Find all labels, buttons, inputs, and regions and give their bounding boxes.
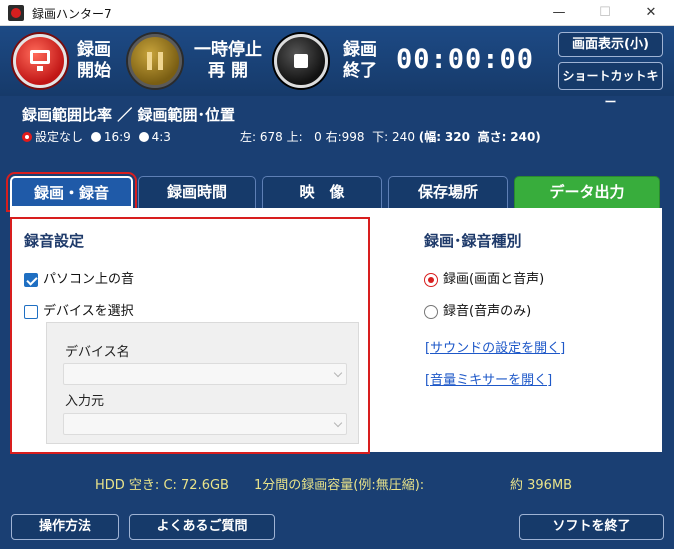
aspect-16-9-radio[interactable] xyxy=(90,131,101,142)
select-device-option[interactable]: デバイスを選択 xyxy=(24,300,134,319)
select-device-checkbox[interactable] xyxy=(24,304,38,319)
maximize-button[interactable]: ☐ xyxy=(582,0,628,26)
top-value: 0 xyxy=(314,130,322,144)
open-sound-settings-link[interactable]: [サウンドの設定を開く] xyxy=(425,337,565,356)
rec-video-audio-label[interactable]: 録画(画面と音声) xyxy=(443,272,544,287)
range-coordinates: 左: 678 上: 0 右:998 下: 240 (幅: 320 高さ: 240… xyxy=(240,130,541,144)
record-start-label[interactable]: 録画 開始 xyxy=(72,40,116,82)
exit-button[interactable]: ソフトを終了 xyxy=(519,514,664,540)
close-button[interactable]: ✕ xyxy=(628,0,674,26)
record-start-button[interactable] xyxy=(13,34,67,88)
width-value: 320 xyxy=(444,130,470,144)
tab-video[interactable]: 映 像 xyxy=(262,176,382,208)
tab-panel: 録音設定 パソコン上の音 デバイスを選択 デバイス名 入力元 録画･録音種別 録… xyxy=(10,208,662,454)
per-minute-value: 約 396MB xyxy=(510,478,573,493)
rec-audio-only-option[interactable]: 録音(音声のみ) xyxy=(424,300,531,319)
bottom-value: 240 xyxy=(392,130,415,144)
range-title: 録画範囲比率 ／ 録画範囲･位置 xyxy=(22,106,235,124)
tab-data-output[interactable]: データ出力 xyxy=(514,176,660,208)
tab-save-location[interactable]: 保存場所 xyxy=(388,176,508,208)
toolbar: 録画 開始 一時停止 再 開 録画 終了 00:00:00 画面表示(小) ショ… xyxy=(0,26,674,109)
tab-bar: 録画・録音 録画時間 映 像 保存場所 データ出力 xyxy=(0,172,674,212)
input-source-select[interactable] xyxy=(63,413,347,435)
chevron-down-icon xyxy=(333,418,343,428)
app-icon xyxy=(8,5,24,21)
elapsed-timer: 00:00:00 xyxy=(396,44,535,75)
height-value: 240) xyxy=(510,130,541,144)
pc-audio-checkbox[interactable] xyxy=(24,272,38,287)
pc-audio-option[interactable]: パソコン上の音 xyxy=(24,268,134,287)
audio-settings-title: 録音設定 xyxy=(24,232,85,250)
rec-video-audio-option[interactable]: 録画(画面と音声) xyxy=(424,268,544,287)
rec-audio-only-label[interactable]: 録音(音声のみ) xyxy=(443,304,531,319)
chevron-down-icon xyxy=(333,368,343,378)
device-name-select[interactable] xyxy=(63,363,347,385)
tab-record-time[interactable]: 録画時間 xyxy=(138,176,256,208)
pc-audio-label[interactable]: パソコン上の音 xyxy=(43,272,134,287)
pause-resume-button[interactable] xyxy=(128,34,182,88)
aspect-16-9-label[interactable]: 16:9 xyxy=(104,130,131,144)
select-device-label[interactable]: デバイスを選択 xyxy=(43,304,134,319)
window-title: 録画ハンター7 xyxy=(32,7,112,21)
pause-resume-label[interactable]: 一時停止 再 開 xyxy=(188,40,268,82)
rec-type-title: 録画･録音種別 xyxy=(424,232,522,250)
left-value: 678 xyxy=(259,130,283,144)
open-volume-mixer-link[interactable]: [音量ミキサーを開く] xyxy=(425,369,552,388)
aspect-4-3-label[interactable]: 4:3 xyxy=(152,130,171,144)
record-stop-label[interactable]: 録画 終了 xyxy=(338,40,382,82)
stop-icon xyxy=(294,54,308,68)
tab-record-audio[interactable]: 録画・録音 xyxy=(6,172,137,212)
right-value: 998 xyxy=(341,130,365,144)
hdd-free-space: HDD 空き: C: 72.6GB xyxy=(95,478,229,493)
title-bar: 録画ハンター7 — ☐ ✕ xyxy=(0,0,674,26)
shortcut-key-button[interactable]: ショートカットキー xyxy=(558,62,663,109)
monitor-icon xyxy=(30,50,50,71)
device-name-label: デバイス名 xyxy=(65,345,130,360)
minimize-button[interactable]: — xyxy=(536,0,582,26)
how-to-button[interactable]: 操作方法 xyxy=(11,514,119,540)
input-source-label: 入力元 xyxy=(65,394,105,409)
screen-display-button[interactable]: 画面表示(小) xyxy=(558,32,663,57)
aspect-ratio-options: 設定なし 16:9 4:3 xyxy=(22,128,171,145)
rec-video-audio-radio[interactable] xyxy=(424,272,438,287)
aspect-none-radio[interactable] xyxy=(22,131,32,142)
device-settings-group: デバイス名 入力元 xyxy=(46,322,359,444)
aspect-4-3-radio[interactable] xyxy=(138,131,149,142)
faq-button[interactable]: よくあるご質問 xyxy=(129,514,275,540)
record-stop-button[interactable] xyxy=(274,34,328,88)
per-minute-label: 1分間の録画容量(例:無圧縮): xyxy=(254,478,425,493)
rec-audio-only-radio[interactable] xyxy=(424,304,438,319)
pause-icon xyxy=(147,52,163,70)
aspect-none-label[interactable]: 設定なし xyxy=(35,128,83,145)
